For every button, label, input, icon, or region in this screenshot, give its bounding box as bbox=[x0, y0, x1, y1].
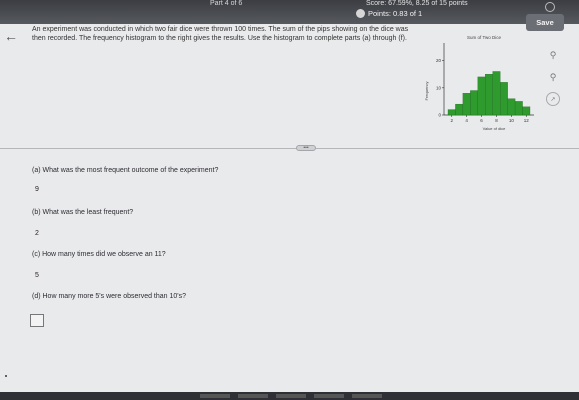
expand-icon[interactable]: ↗ bbox=[546, 92, 560, 106]
points-icon bbox=[356, 9, 365, 18]
x-tick-label: 12 bbox=[524, 118, 530, 123]
answer-d-input[interactable] bbox=[30, 314, 44, 327]
y-tick-label: 10 bbox=[436, 85, 442, 90]
histogram-bar bbox=[462, 93, 471, 116]
bottom-nav-bar bbox=[0, 392, 579, 400]
chart-title: Sum of Two Dice bbox=[467, 35, 501, 40]
histogram-chart[interactable]: Sum of Two Dice Frequency Value of dice … bbox=[422, 33, 540, 135]
nav-segment[interactable] bbox=[314, 394, 344, 398]
score-text: Score: 67.59%, 8.25 of 15 points bbox=[366, 0, 468, 7]
divider-handle[interactable]: ••• bbox=[296, 145, 316, 151]
problem-statement: An experiment was conducted in which two… bbox=[32, 26, 409, 42]
histogram-bar bbox=[492, 71, 501, 116]
histogram-bar bbox=[514, 101, 523, 116]
points-indicator: Points: 0.83 of 1 bbox=[356, 9, 422, 18]
y-tick-label: 0 bbox=[438, 113, 441, 118]
nav-segment[interactable] bbox=[238, 394, 268, 398]
histogram-svg: Sum of Two Dice Frequency Value of dice … bbox=[424, 35, 534, 131]
answer-c[interactable]: 5 bbox=[31, 270, 43, 281]
left-arrow-icon[interactable]: ← bbox=[4, 28, 18, 44]
histogram-bar bbox=[477, 76, 486, 116]
help-icon[interactable] bbox=[545, 2, 555, 12]
x-tick-label: 10 bbox=[509, 118, 515, 123]
x-tick-label: 6 bbox=[480, 118, 483, 123]
save-button[interactable]: Save bbox=[526, 14, 564, 31]
cursor-dot bbox=[5, 375, 7, 377]
nav-segment[interactable] bbox=[352, 394, 382, 398]
y-tick-label: 20 bbox=[436, 58, 442, 63]
question-b: (b) What was the least frequent? bbox=[32, 209, 134, 216]
chart-ylabel: Frequency bbox=[424, 82, 429, 101]
nav-segment[interactable] bbox=[276, 394, 306, 398]
answer-b[interactable]: 2 bbox=[31, 228, 43, 239]
part-indicator: Part 4 of 6 bbox=[210, 0, 243, 7]
chart-xlabel: Value of dice bbox=[483, 126, 507, 131]
histogram-bar bbox=[500, 82, 508, 116]
question-a: (a) What was the most frequent outcome o… bbox=[32, 167, 219, 174]
zoom-in-icon[interactable]: ⚲ bbox=[546, 48, 560, 62]
histogram-bar bbox=[455, 103, 464, 116]
histogram-bar bbox=[507, 98, 516, 116]
x-tick-label: 8 bbox=[495, 118, 498, 123]
question-d: (d) How many more 5's were observed than… bbox=[32, 293, 187, 300]
x-tick-label: 4 bbox=[465, 118, 468, 123]
histogram-bar bbox=[485, 74, 493, 116]
answer-a[interactable]: 9 bbox=[31, 184, 43, 195]
chart-tools: ⚲ ⚲ ↗ bbox=[546, 48, 560, 114]
histogram-bar bbox=[447, 109, 456, 116]
zoom-out-icon[interactable]: ⚲ bbox=[546, 70, 560, 84]
histogram-bar bbox=[470, 90, 478, 116]
x-tick-label: 2 bbox=[450, 118, 453, 123]
nav-segment[interactable] bbox=[200, 394, 230, 398]
points-text: Points: 0.83 of 1 bbox=[368, 9, 423, 18]
question-c: (c) How many times did we observe an 11? bbox=[32, 251, 166, 258]
histogram-bar bbox=[522, 106, 531, 116]
top-bar: Part 4 of 6 Score: 67.59%, 8.25 of 15 po… bbox=[0, 0, 579, 24]
section-divider bbox=[0, 148, 579, 149]
